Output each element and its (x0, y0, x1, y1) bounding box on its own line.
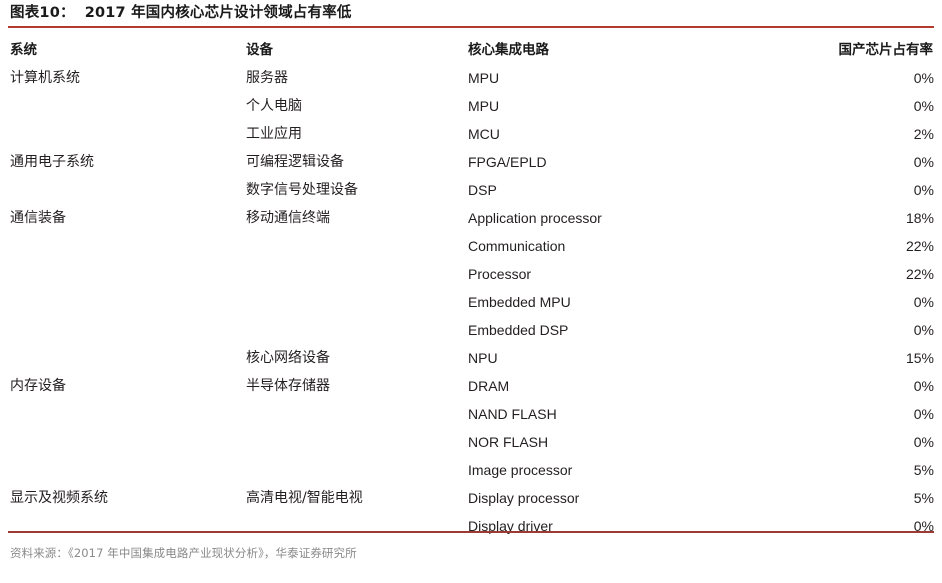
cell-device (244, 232, 466, 260)
column-header-ic: 核心集成电路 (468, 42, 549, 58)
cell-system: 内存设备 (10, 378, 66, 394)
cell-device: 可编程逻辑设备 (246, 154, 344, 170)
header-rule-top (8, 26, 934, 28)
cell-share: 0% (913, 322, 934, 338)
cell-share: 15% (905, 350, 934, 366)
cell-share: 0% (913, 154, 934, 170)
table-body: 计算机系统 服务器 MPU 0% 个人电脑 MPU 0% 工业应用 MCU 2% 通用电子系统 可编程… (8, 64, 934, 540)
cell-device: 核心网络设备 (246, 350, 330, 366)
table-header-row: 系统 设备 核心集成电路 国产芯片占有率 (8, 30, 934, 64)
cell-system: 通信装备 (10, 210, 66, 226)
cell-ic: NPU (468, 350, 498, 366)
cell-device: 半导体存储器 (246, 378, 330, 394)
cell-share: 5% (913, 490, 934, 506)
cell-system (8, 120, 244, 148)
cell-system (8, 232, 244, 260)
cell-system (8, 428, 244, 456)
cell-device (244, 456, 466, 484)
cell-share: 0% (913, 70, 934, 86)
cell-share: 0% (913, 378, 934, 394)
column-header-device: 设备 (246, 42, 273, 58)
cell-system (8, 512, 244, 540)
figure-number: 图表10： (10, 5, 75, 21)
table-row: NAND FLASH 0% (8, 400, 934, 428)
column-header-system: 系统 (10, 42, 37, 58)
cell-ic: NOR FLASH (468, 434, 549, 450)
cell-system (8, 260, 244, 288)
cell-ic: MPU (468, 98, 500, 114)
table-row: 显示及视频系统 高清电视/智能电视 Display processor 5% (8, 484, 934, 512)
figure-title: 图表10： 2017 年国内核心芯片设计领域占有率低 (8, 0, 934, 26)
cell-system (8, 400, 244, 428)
cell-ic: DSP (468, 182, 497, 198)
cell-system: 计算机系统 (10, 70, 80, 86)
cell-device (244, 260, 466, 288)
table-row: 通用电子系统 可编程逻辑设备 FPGA/EPLD 0% (8, 148, 934, 176)
cell-device: 个人电脑 (246, 98, 302, 114)
cell-ic: Communication (468, 238, 566, 254)
cell-system (8, 344, 244, 372)
cell-device: 工业应用 (246, 126, 302, 142)
cell-ic: Display driver (468, 518, 553, 534)
table-row: Processor 22% (8, 260, 934, 288)
table-row: 工业应用 MCU 2% (8, 120, 934, 148)
cell-ic: Processor (468, 266, 532, 282)
figure-title-text: 2017 年国内核心芯片设计领域占有率低 (84, 5, 352, 21)
table-row: Communication 22% (8, 232, 934, 260)
cell-ic: MPU (468, 70, 500, 86)
cell-ic: Application processor (468, 210, 602, 226)
cell-share: 0% (913, 434, 934, 450)
column-header-share: 国产芯片占有率 (838, 42, 934, 58)
cell-device: 移动通信终端 (246, 210, 330, 226)
cell-device: 数字信号处理设备 (246, 182, 358, 198)
table-row: NOR FLASH 0% (8, 428, 934, 456)
figure-container: 图表10： 2017 年国内核心芯片设计领域占有率低 系统 设备 核心集成电路 国… (0, 0, 942, 583)
cell-share: 0% (913, 182, 934, 198)
cell-ic: Image processor (468, 462, 573, 478)
cell-share: 0% (913, 294, 934, 310)
cell-ic: Embedded MPU (468, 294, 571, 310)
table-row: 核心网络设备 NPU 15% (8, 344, 934, 372)
cell-share: 0% (913, 518, 934, 534)
cell-share: 5% (913, 462, 934, 478)
cell-device: 高清电视/智能电视 (246, 490, 363, 506)
cell-ic: DRAM (468, 378, 510, 394)
table-row: Image processor 5% (8, 456, 934, 484)
table-row: 内存设备 半导体存储器 DRAM 0% (8, 372, 934, 400)
cell-system: 显示及视频系统 (10, 490, 108, 506)
cell-system (8, 92, 244, 120)
cell-device (244, 512, 466, 540)
cell-ic: FPGA/EPLD (468, 154, 547, 170)
cell-ic: MCU (468, 126, 500, 142)
cell-system (8, 456, 244, 484)
table-row: 计算机系统 服务器 MPU 0% (8, 64, 934, 92)
table-row: 个人电脑 MPU 0% (8, 92, 934, 120)
cell-device (244, 316, 466, 344)
table-row: Display driver 0% (8, 512, 934, 540)
cell-device (244, 428, 466, 456)
cell-device (244, 288, 466, 316)
cell-share: 22% (905, 266, 934, 282)
chip-share-table: 系统 设备 核心集成电路 国产芯片占有率 计算机系统 服务器 MPU 0% 个人电脑 MP… (8, 30, 934, 540)
cell-share: 18% (905, 210, 934, 226)
cell-system (8, 288, 244, 316)
table-row: 数字信号处理设备 DSP 0% (8, 176, 934, 204)
cell-system (8, 176, 244, 204)
cell-share: 0% (913, 98, 934, 114)
cell-system: 通用电子系统 (10, 154, 94, 170)
table-row: Embedded DSP 0% (8, 316, 934, 344)
cell-share: 22% (905, 238, 934, 254)
cell-share: 2% (913, 126, 934, 142)
table-row: Embedded MPU 0% (8, 288, 934, 316)
cell-ic: NAND FLASH (468, 406, 557, 422)
table-row: 通信装备 移动通信终端 Application processor 18% (8, 204, 934, 232)
cell-system (8, 316, 244, 344)
cell-share: 0% (913, 406, 934, 422)
cell-device (244, 400, 466, 428)
source-note: 资料来源：《2017 年中国集成电路产业现状分析》，华泰证券研究所 (10, 546, 357, 560)
cell-ic: Embedded DSP (468, 322, 569, 338)
cell-ic: Display processor (468, 490, 580, 506)
cell-device: 服务器 (246, 70, 288, 86)
footer-rule-bottom (8, 531, 934, 533)
